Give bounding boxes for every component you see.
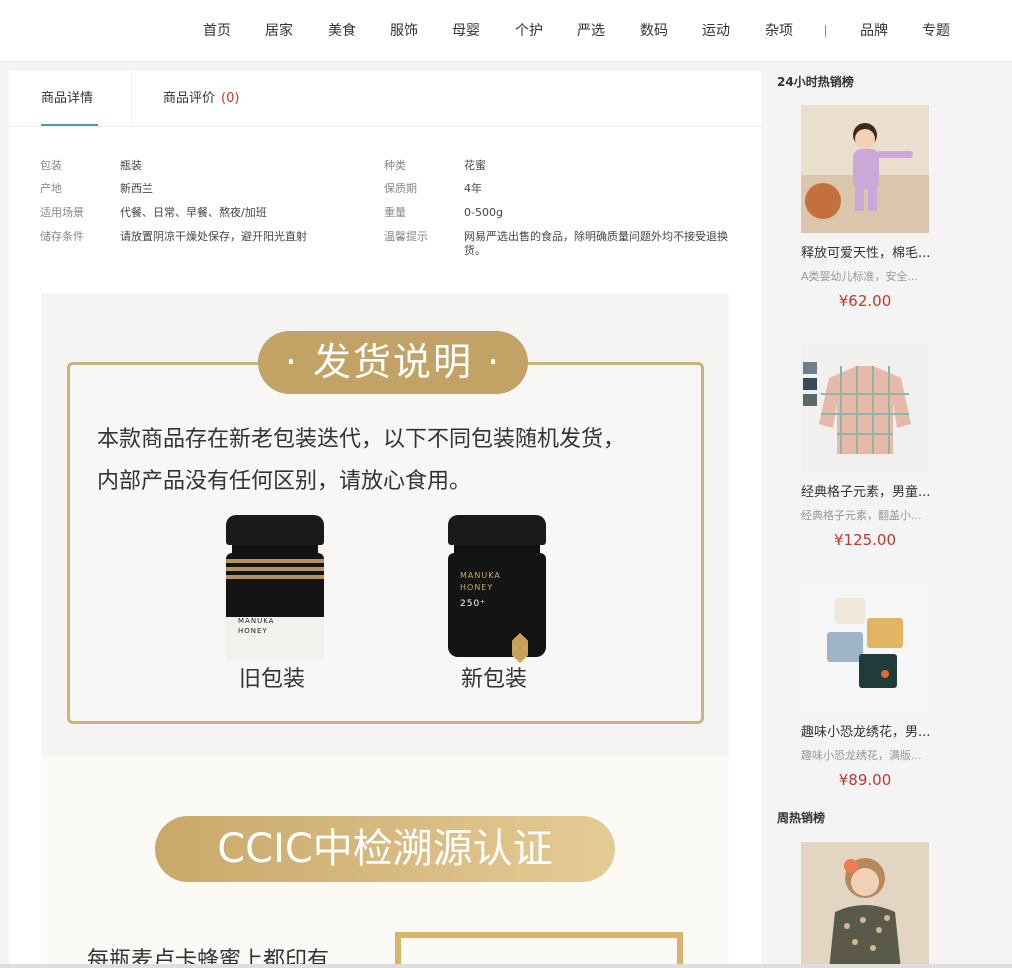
product-image[interactable] <box>801 105 929 233</box>
attr-key: 重量 <box>384 206 406 219</box>
tab-divider <box>131 71 132 127</box>
product-price: ¥89.00 <box>838 771 892 789</box>
product-name[interactable]: 趣味小恐龙绣花，男... <box>801 721 929 740</box>
attr-key: 保质期 <box>384 182 417 195</box>
nav-item-digital[interactable]: 数码 <box>640 22 668 40</box>
notice-text: 本款商品存在新老包装迭代，以下不同包装随机发货， 内部产品没有任何区别，请放心食… <box>97 419 697 503</box>
active-tab-indicator <box>41 124 98 126</box>
product-card[interactable]: 趣味小恐龙绣花，男... 趣味小恐龙绣花，满版... ¥89.00 <box>801 584 929 789</box>
attr-value: 0-500g <box>464 206 503 219</box>
attr-key: 产地 <box>40 182 62 195</box>
attr-value: 新西兰 <box>120 182 153 195</box>
new-jar-text-1: MANUKA <box>460 571 501 580</box>
attr-key: 温馨提示 <box>384 230 428 243</box>
old-package-jar: MANUKA HONEY <box>226 515 324 661</box>
attr-value: 请放置阴凉干燥处保存，避开阳光直射 <box>120 230 307 243</box>
weekly-hot-title: 周热销榜 <box>777 811 826 825</box>
horizontal-scrollbar[interactable] <box>0 964 1012 968</box>
ccic-title: CCIC中检溯源认证 <box>155 816 615 882</box>
nav-item-baby[interactable]: 母婴 <box>452 22 480 40</box>
product-card[interactable] <box>801 842 929 968</box>
nav-item-topics[interactable]: 专题 <box>922 22 950 40</box>
new-jar-text-2: HONEY <box>460 583 494 592</box>
notice-line-2: 内部产品没有任何区别，请放心食用。 <box>97 469 472 494</box>
attr-value: 网易严选出售的食品，除明确质量问题外均不接受退换货。 <box>464 230 728 257</box>
attr-value: 瓶装 <box>120 159 142 172</box>
product-card[interactable]: 经典格子元素，男童... 经典格子元素，翻盖小... ¥125.00 <box>801 344 929 549</box>
product-image[interactable] <box>801 842 929 968</box>
attr-value: 4年 <box>464 182 482 195</box>
plaid-shirt-icon <box>801 344 929 472</box>
old-jar-text-2: HONEY <box>238 627 268 635</box>
product-subtitle: 经典格子元素，翻盖小... <box>801 509 922 522</box>
notice-line-1: 本款商品存在新老包装迭代，以下不同包装随机发货， <box>97 427 626 452</box>
attr-key: 包装 <box>40 159 62 172</box>
attr-key: 种类 <box>384 159 406 172</box>
ccic-certification-image: CCIC中检溯源认证 每瓶麦卢卡蜂蜜上都印有 <box>41 756 729 968</box>
tab-reviews-label: 商品评价 <box>163 91 216 106</box>
product-price: ¥125.00 <box>833 531 897 549</box>
nav-separator <box>825 25 826 37</box>
new-package-label: 新包装 <box>461 667 528 692</box>
nav-item-personal-care[interactable]: 个护 <box>515 22 543 40</box>
old-package-label: 旧包装 <box>239 667 306 692</box>
product-subtitle: A类婴幼儿标准，安全... <box>801 270 919 283</box>
product-detail-panel: 商品详情 商品评价 (0) 包装 瓶装 种类 花蜜 产地 新西兰 保质期 4年 适用场景 代… <box>9 71 761 968</box>
tab-product-reviews[interactable]: 商品评价 (0) <box>163 71 239 127</box>
tab-product-details[interactable]: 商品详情 <box>41 71 93 127</box>
detail-tabs: 商品详情 商品评价 (0) <box>9 71 761 127</box>
notice-title: · 发货说明 · <box>258 331 528 394</box>
top-nav: 首页 居家 美食 服饰 母婴 个护 严选 数码 运动 杂项 品牌 专题 <box>0 0 1012 62</box>
product-subtitle: 趣味小恐龙绣花，满版... <box>801 749 922 762</box>
attr-key: 储存条件 <box>40 230 84 243</box>
nav-item-home-living[interactable]: 居家 <box>265 22 293 40</box>
attr-value: 代餐、日常、早餐、熬夜/加班 <box>120 206 267 219</box>
review-count: (0) <box>221 91 240 106</box>
nav-item-selected[interactable]: 严选 <box>577 22 605 40</box>
product-price: ¥62.00 <box>838 292 892 310</box>
new-package-jar: MANUKA HONEY 250⁺ <box>448 515 546 663</box>
girl-photo-icon <box>801 842 929 968</box>
hot-24h-title: 24小时热销榜 <box>777 75 854 89</box>
shipping-notice-image: · 发货说明 · 本款商品存在新老包装迭代，以下不同包装随机发货， 内部产品没有… <box>41 293 729 756</box>
nav-item-food[interactable]: 美食 <box>328 22 356 40</box>
old-jar-text-1: MANUKA <box>238 617 275 625</box>
certificate-frame <box>395 932 683 968</box>
product-card[interactable]: 释放可爱天性，棉毛... A类婴幼儿标准，安全... ¥62.00 <box>801 105 929 310</box>
product-image[interactable] <box>801 584 929 712</box>
nav-item-apparel[interactable]: 服饰 <box>390 22 418 40</box>
product-name[interactable]: 释放可爱天性，棉毛... <box>801 242 929 261</box>
attr-value: 花蜜 <box>464 159 486 172</box>
nav-item-brand[interactable]: 品牌 <box>860 22 888 40</box>
folded-shirts-icon <box>801 584 929 712</box>
attr-key: 适用场景 <box>40 206 84 219</box>
notice-frame <box>67 362 704 724</box>
product-name[interactable]: 经典格子元素，男童... <box>801 481 929 500</box>
nav-item-sports[interactable]: 运动 <box>702 22 730 40</box>
new-jar-text-3: 250⁺ <box>460 599 486 609</box>
child-photo-icon <box>801 105 929 233</box>
nav-item-home[interactable]: 首页 <box>203 22 231 40</box>
nav-item-misc[interactable]: 杂项 <box>765 22 793 40</box>
product-image[interactable] <box>801 344 929 472</box>
